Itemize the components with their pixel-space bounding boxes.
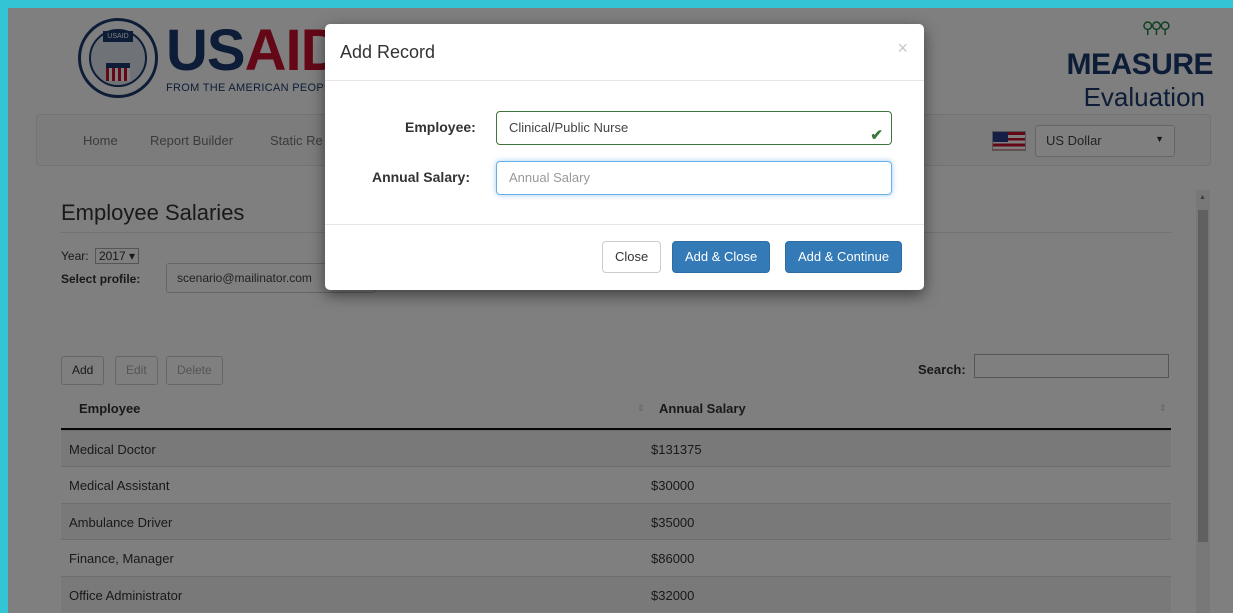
employee-select[interactable]: Clinical/Public Nurse ✔: [496, 111, 892, 145]
close-icon[interactable]: ×: [897, 38, 908, 59]
modal-title: Add Record: [340, 42, 436, 62]
employee-value: Clinical/Public Nurse: [509, 120, 629, 135]
annual-salary-field[interactable]: [496, 161, 892, 195]
app-window: USAID USAID FROM THE AMERICAN PEOPLE ⚲⚲⚲…: [8, 8, 1233, 613]
employee-label: Employee:: [405, 119, 476, 135]
add-and-close-button[interactable]: Add & Close: [672, 241, 771, 273]
close-button[interactable]: Close: [602, 241, 662, 273]
add-and-continue-button[interactable]: Add & Continue: [785, 241, 903, 273]
check-icon: ✔: [870, 127, 883, 144]
modal-header: Add Record ×: [325, 24, 924, 81]
annual-salary-label: Annual Salary:: [371, 169, 470, 185]
modal-footer: Close Add & Close Add & Continue: [325, 224, 924, 290]
add-record-modal: Add Record × Employee: Clinical/Public N…: [325, 24, 924, 290]
annual-salary-input[interactable]: [509, 162, 879, 193]
